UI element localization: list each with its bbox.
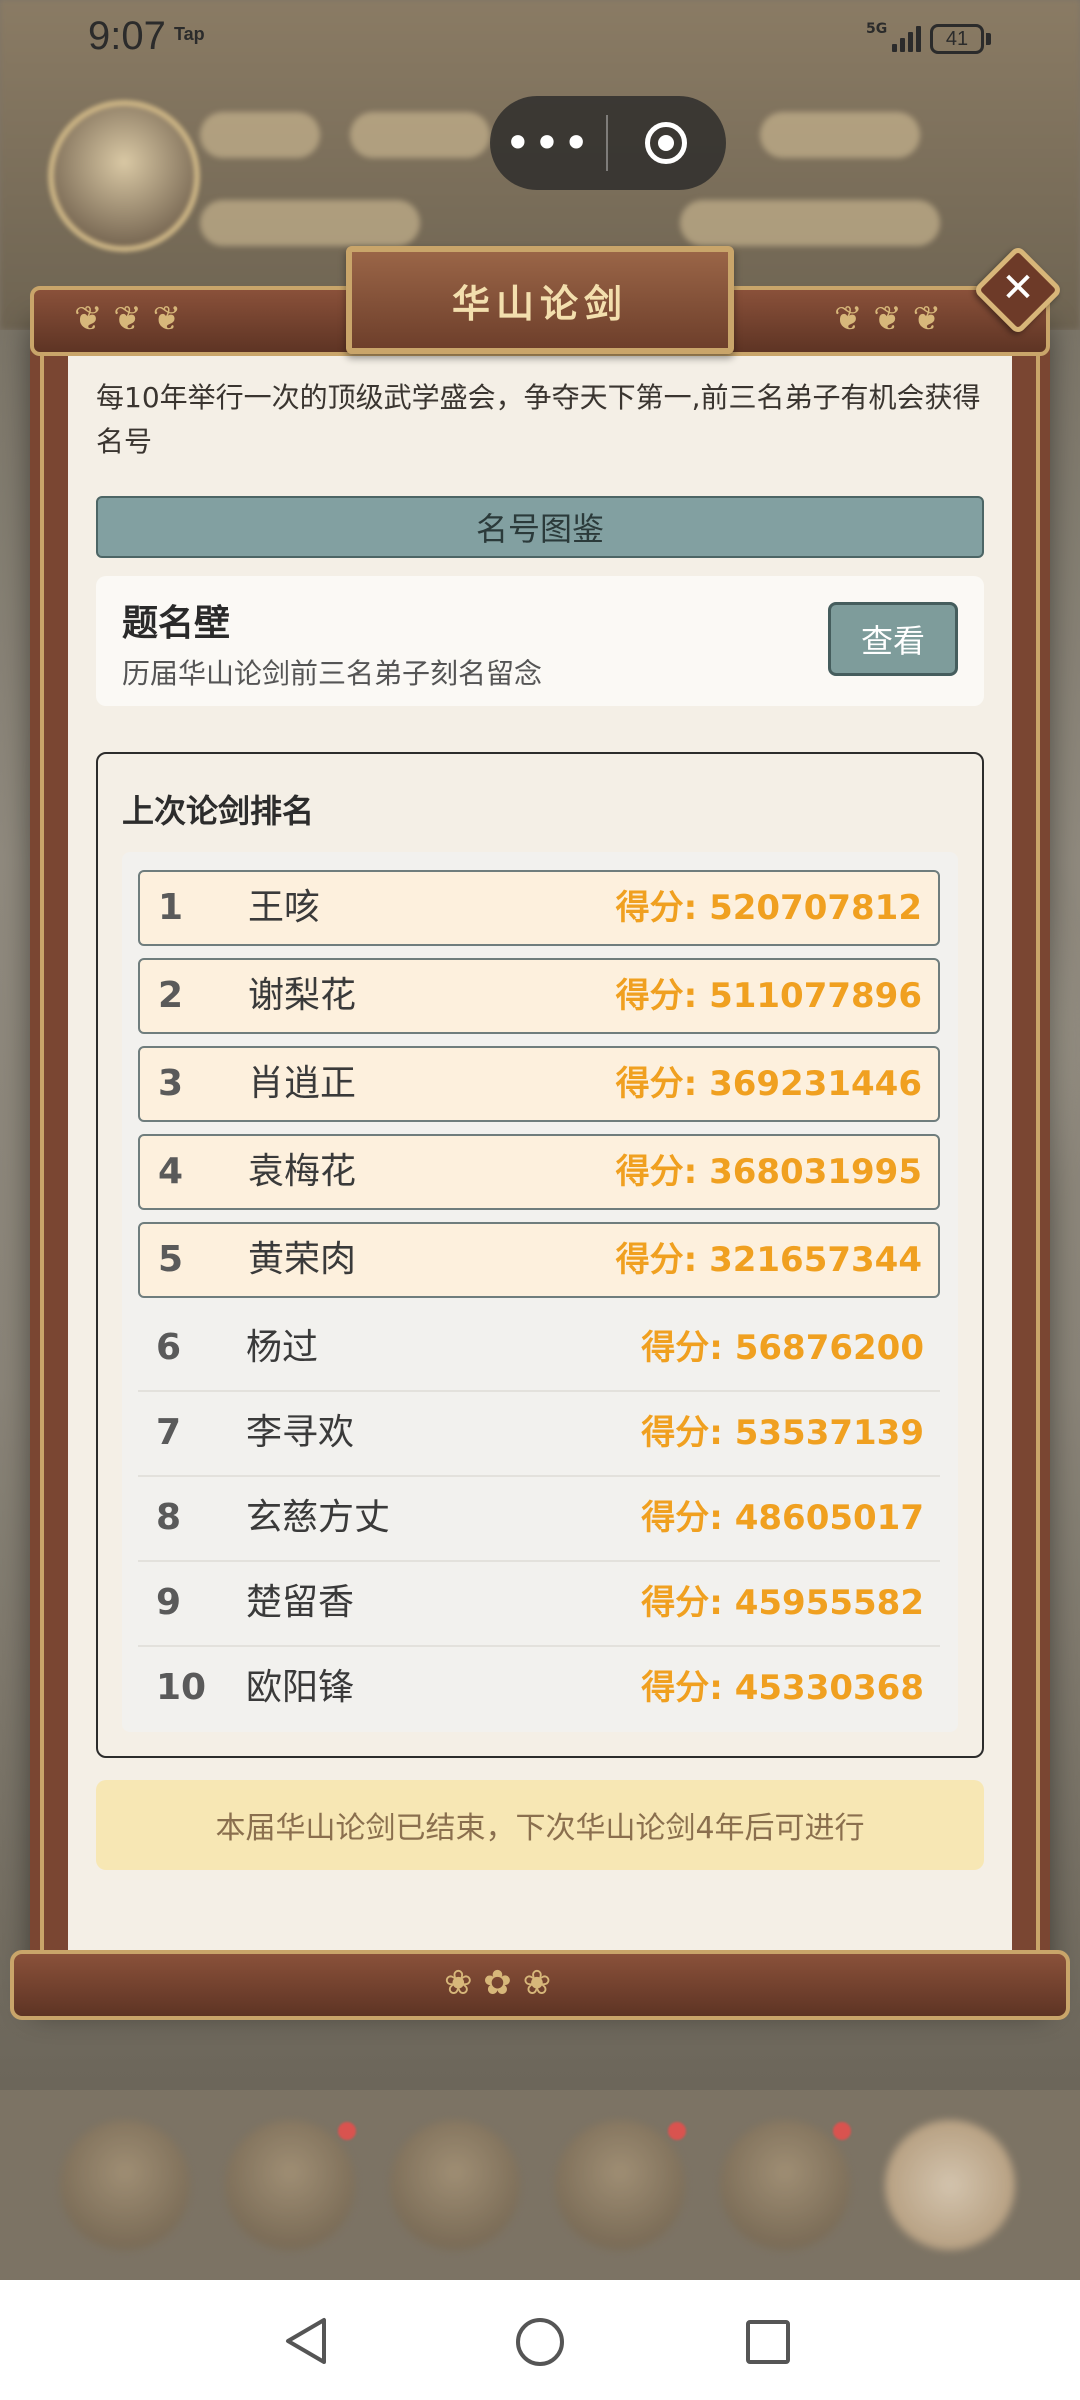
recent-square-icon[interactable]	[746, 2320, 790, 2364]
section-title-bar: 名号图鉴	[96, 496, 984, 558]
player-name: 玄慈方丈	[246, 1497, 391, 1538]
dialog-title: 华山论剑	[451, 281, 628, 326]
ranking-row: 1 王咳 得分: 520707812	[138, 870, 940, 946]
status-tap-label: Tap	[174, 24, 205, 44]
resource-chip-blurred	[200, 200, 420, 246]
status-bar: 9:07 Tap 5G 41	[0, 0, 1080, 80]
target-circle-icon[interactable]	[608, 96, 724, 190]
rank-number: 10	[156, 1667, 207, 1708]
rank-number: 9	[156, 1582, 182, 1623]
wall-title: 题名壁	[122, 603, 231, 644]
signal-icon	[884, 22, 921, 52]
ornament-icon: ❦ ❦ ❦	[834, 299, 942, 339]
rank-number: 5	[158, 1239, 184, 1280]
more-dots-icon[interactable]: •••	[490, 96, 606, 190]
menu-icon-blurred	[885, 2120, 1015, 2250]
menu-icon-blurred	[225, 2120, 355, 2250]
ranking-row: 8 玄慈方丈 得分: 48605017	[138, 1478, 940, 1562]
rank-number: 1	[158, 887, 184, 928]
view-button[interactable]: 查看	[828, 602, 958, 676]
ranking-row: 3 肖逍正 得分: 369231446	[138, 1046, 940, 1122]
ranking-row: 4 袁梅花 得分: 368031995	[138, 1134, 940, 1210]
rank-number: 4	[158, 1151, 184, 1192]
ranking-row: 10 欧阳锋 得分: 45330368	[138, 1648, 940, 1732]
player-name: 谢梨花	[248, 975, 357, 1016]
scroll-bottom-rod: ❀ ✿ ❀	[10, 1950, 1070, 2020]
ranking-panel: 上次论剑排名 1 王咳 得分: 520707812 2 谢梨花 得分: 5110…	[96, 752, 984, 1758]
player-score: 得分: 45330368	[641, 1668, 924, 1708]
menu-icon-blurred	[60, 2120, 190, 2250]
ranking-row: 9 楚留香 得分: 45955582	[138, 1563, 940, 1647]
player-name: 王咳	[248, 887, 321, 928]
huashan-dialog: ❦ ❦ ❦ ❦ ❦ ❦ 每10年举行一次的顶级武学盛会，争夺天下第一,前三名弟子…	[10, 244, 1070, 2020]
menu-icon-blurred	[555, 2120, 685, 2250]
ranking-row: 6 杨过 得分: 56876200	[138, 1308, 940, 1392]
ranking-row: 2 谢梨花 得分: 511077896	[138, 958, 940, 1034]
player-score: 得分: 45955582	[641, 1583, 924, 1623]
miniprogram-capsule: •••	[490, 96, 726, 190]
ornament-icon: ❦ ❦ ❦	[74, 299, 182, 339]
notification-dot	[833, 2122, 851, 2140]
rank-number: 6	[156, 1327, 182, 1368]
dialog-body: 每10年举行一次的顶级武学盛会，争夺天下第一,前三名弟子有机会获得名号 名号图鉴…	[68, 356, 1012, 1950]
wall-subtitle: 历届华山论剑前三名弟子刻名留念	[122, 657, 543, 690]
player-score: 得分: 520707812	[615, 888, 922, 928]
player-name: 杨过	[246, 1327, 319, 1368]
notification-dot	[668, 2122, 686, 2140]
status-notice: 本届华山论剑已结束，下次华山论剑4年后可进行	[96, 1780, 984, 1870]
rank-number: 2	[158, 975, 184, 1016]
resource-chip-blurred	[760, 112, 920, 158]
title-wall-card: 题名壁 历届华山论剑前三名弟子刻名留念 查看	[96, 576, 984, 706]
resource-chip-blurred	[350, 112, 490, 158]
ornament-icon: ❀ ✿ ❀	[444, 1963, 552, 2003]
rank-number: 8	[156, 1497, 182, 1538]
resource-chip-blurred	[200, 112, 320, 158]
notification-dot	[338, 2122, 356, 2140]
player-score: 得分: 53537139	[641, 1413, 924, 1453]
player-name: 欧阳锋	[246, 1667, 355, 1708]
battery-icon: 41	[930, 24, 984, 54]
back-triangle-icon[interactable]	[282, 2316, 332, 2366]
system-navigation-bar	[0, 2280, 1080, 2400]
ranking-title: 上次论剑排名	[122, 792, 315, 830]
ranking-row: 7 李寻欢 得分: 53537139	[138, 1393, 940, 1477]
ranking-row: 5 黄荣肉 得分: 321657344	[138, 1222, 940, 1298]
battery-tip	[986, 33, 991, 45]
event-description: 每10年举行一次的顶级武学盛会，争夺天下第一,前三名弟子有机会获得名号	[96, 381, 981, 458]
status-time: 9:07	[88, 14, 166, 58]
menu-icon-blurred	[720, 2120, 850, 2250]
section-title: 名号图鉴	[475, 510, 604, 548]
player-score: 得分: 369231446	[615, 1064, 922, 1104]
rank-number: 7	[156, 1412, 182, 1453]
player-avatar-blurred	[48, 100, 200, 252]
player-name: 肖逍正	[248, 1063, 357, 1104]
player-score: 得分: 368031995	[615, 1152, 922, 1192]
player-name: 袁梅花	[248, 1151, 357, 1192]
menu-icon-blurred	[390, 2120, 520, 2250]
rank-number: 3	[158, 1063, 184, 1104]
player-score: 得分: 321657344	[615, 1240, 922, 1280]
dialog-title-plate: 华山论剑	[346, 246, 734, 354]
close-icon[interactable]: ✕	[996, 265, 1040, 311]
player-score: 得分: 56876200	[641, 1328, 924, 1368]
player-name: 黄荣肉	[248, 1239, 357, 1280]
home-circle-icon[interactable]	[516, 2318, 564, 2366]
player-name: 楚留香	[246, 1582, 355, 1623]
resource-chip-blurred	[680, 200, 940, 246]
player-name: 李寻欢	[246, 1412, 355, 1453]
player-score: 得分: 511077896	[615, 976, 922, 1016]
player-score: 得分: 48605017	[641, 1498, 924, 1538]
ranking-list[interactable]: 1 王咳 得分: 520707812 2 谢梨花 得分: 511077896 3…	[122, 852, 958, 1732]
